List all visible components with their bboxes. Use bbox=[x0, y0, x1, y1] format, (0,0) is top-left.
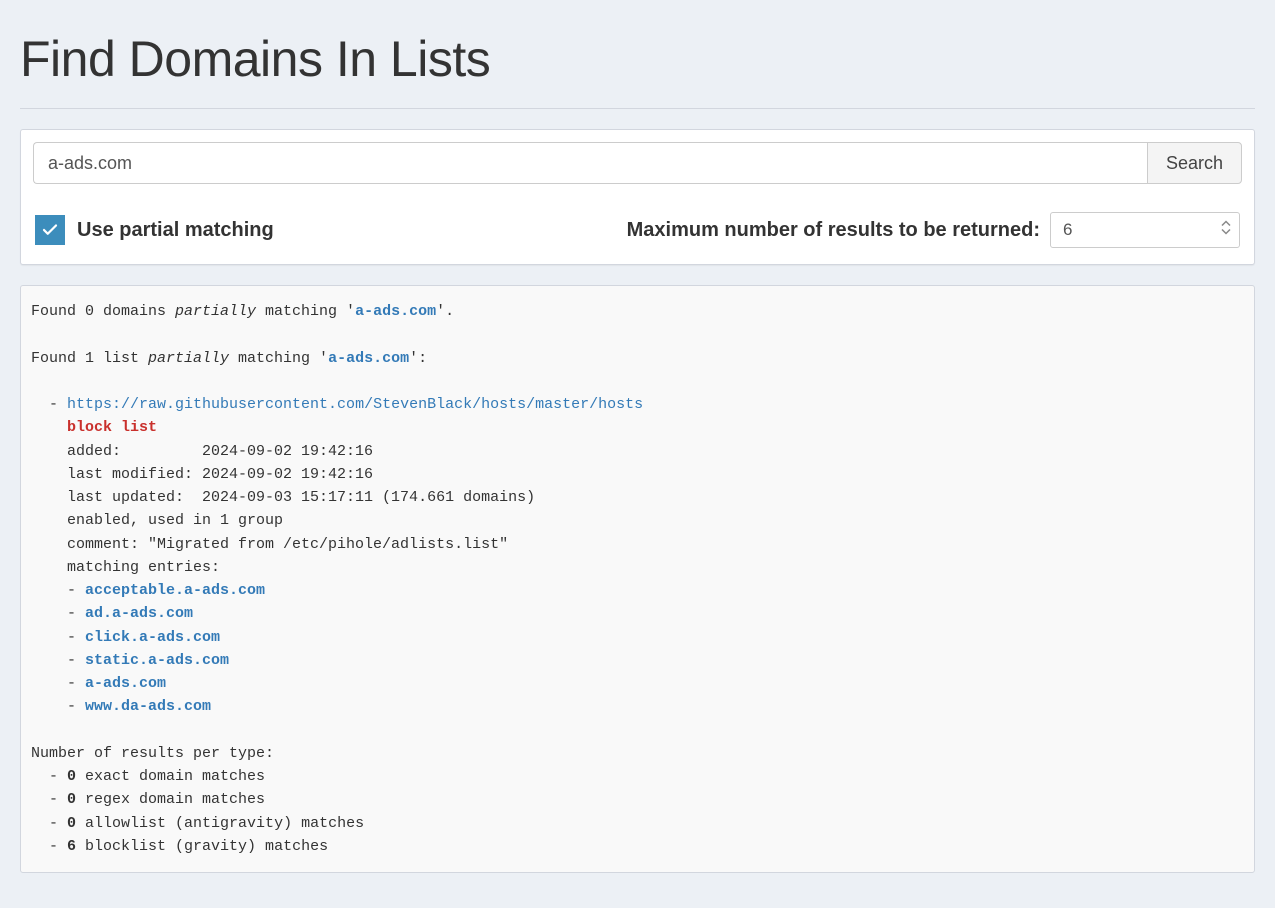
max-results-option: Maximum number of results to be returned… bbox=[627, 212, 1240, 248]
results-token: 6 bbox=[67, 838, 76, 855]
results-token[interactable]: a-ads.com bbox=[355, 303, 436, 320]
partial-match-option: Use partial matching bbox=[35, 215, 274, 245]
results-token: 0 bbox=[67, 768, 76, 785]
results-output: Found 0 domains partially matching 'a-ad… bbox=[20, 285, 1255, 873]
max-results-input[interactable] bbox=[1050, 212, 1240, 248]
results-token[interactable]: https://raw.githubusercontent.com/Steven… bbox=[67, 396, 643, 413]
results-token[interactable]: ad.a-ads.com bbox=[85, 605, 193, 622]
results-token[interactable]: a-ads.com bbox=[328, 350, 409, 367]
results-token[interactable]: static.a-ads.com bbox=[85, 652, 229, 669]
page-title: Find Domains In Lists bbox=[20, 30, 1255, 88]
partial-match-label: Use partial matching bbox=[77, 219, 274, 242]
results-token[interactable]: a-ads.com bbox=[85, 675, 166, 692]
options-row: Use partial matching Maximum number of r… bbox=[33, 212, 1242, 252]
check-icon bbox=[41, 221, 59, 239]
results-token: 0 bbox=[67, 791, 76, 808]
max-results-label: Maximum number of results to be returned… bbox=[627, 219, 1040, 242]
search-row: Search bbox=[33, 142, 1242, 184]
results-token: block list bbox=[67, 419, 157, 436]
results-token: 0 bbox=[67, 815, 76, 832]
results-token: partially bbox=[148, 350, 229, 367]
divider bbox=[20, 108, 1255, 109]
partial-match-checkbox[interactable] bbox=[35, 215, 65, 245]
search-button[interactable]: Search bbox=[1147, 142, 1242, 184]
results-token[interactable]: click.a-ads.com bbox=[85, 629, 220, 646]
search-card: Search Use partial matching Maximum numb… bbox=[20, 129, 1255, 265]
results-token[interactable]: acceptable.a-ads.com bbox=[85, 582, 265, 599]
max-results-select[interactable] bbox=[1050, 212, 1240, 248]
results-token[interactable]: www.da-ads.com bbox=[85, 698, 211, 715]
search-input[interactable] bbox=[33, 142, 1147, 184]
results-token: partially bbox=[175, 303, 256, 320]
